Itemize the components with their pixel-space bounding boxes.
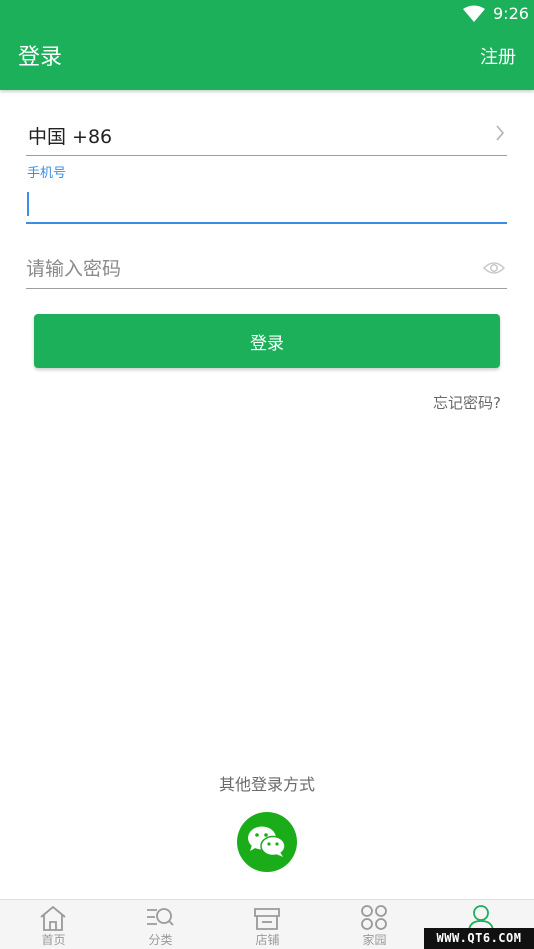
login-button[interactable]: 登录 [34, 314, 500, 368]
tab-community[interactable]: 家园 [321, 900, 428, 949]
phone-label: 手机号 [27, 166, 67, 181]
app-bar: 登录 注册 [0, 28, 534, 90]
other-login-label: 其他登录方式 [218, 775, 315, 794]
phone-field [26, 186, 507, 224]
phone-input[interactable] [26, 186, 507, 222]
text-caret [27, 192, 29, 216]
category-icon [147, 908, 174, 926]
tab-home[interactable]: 首页 [0, 900, 107, 949]
home-icon [40, 905, 66, 931]
register-button[interactable]: 注册 [480, 46, 516, 70]
community-icon [361, 905, 387, 930]
country-code-text: 中国 +86 [28, 126, 113, 148]
page-title: 登录 [18, 45, 63, 70]
status-time: 9:26 [493, 4, 529, 23]
forgot-password-link[interactable]: 忘记密码? [433, 393, 501, 413]
tab-store[interactable]: 店铺 [214, 900, 321, 949]
wechat-login-button[interactable] [237, 812, 297, 872]
tab-store-label: 店铺 [255, 933, 280, 947]
tab-category-label: 分类 [148, 933, 173, 947]
tab-home-label: 首页 [41, 933, 66, 947]
status-bar: 9:26 [0, 0, 534, 28]
wechat-icon [248, 826, 286, 857]
watermark: WWW.QT6.COM [424, 928, 534, 949]
password-input[interactable] [26, 250, 466, 288]
password-field [26, 250, 507, 289]
eye-icon[interactable] [483, 260, 505, 276]
tab-community-label: 家园 [362, 933, 387, 947]
wifi-icon [463, 5, 485, 22]
store-icon [254, 908, 280, 930]
tab-category[interactable]: 分类 [107, 900, 214, 949]
chevron-right-icon [496, 125, 504, 141]
country-selector[interactable]: 中国 +86 [26, 118, 507, 156]
